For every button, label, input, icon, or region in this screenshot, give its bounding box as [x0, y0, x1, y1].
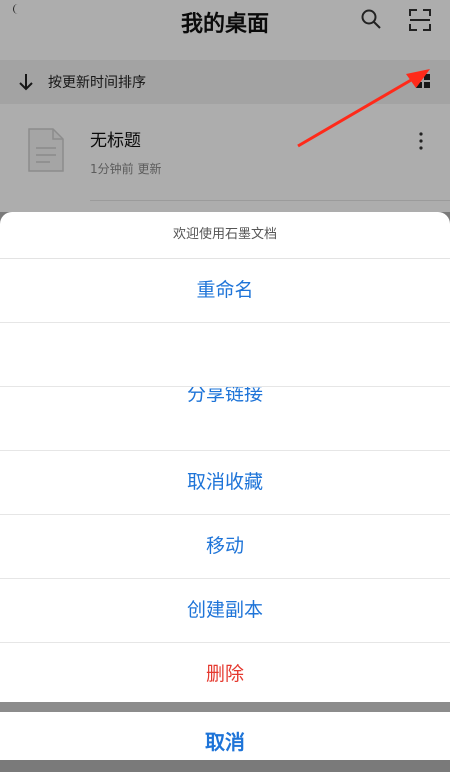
duplicate-button[interactable]: 创建副本 — [0, 579, 450, 643]
share-link-button[interactable]: 分享链接 — [0, 387, 450, 451]
document-icon — [28, 128, 64, 172]
sort-bar[interactable]: 按更新时间排序 — [0, 60, 450, 104]
delete-label: 删除 — [205, 663, 244, 685]
divider — [90, 200, 450, 201]
document-meta: 1分钟前 更新 — [90, 162, 162, 176]
rename-label: 重命名 — [196, 279, 254, 301]
sheet-separator — [0, 702, 450, 712]
page-title: 我的桌面 — [180, 12, 269, 37]
blank-item[interactable] — [0, 323, 450, 387]
move-button[interactable]: 移动 — [0, 515, 450, 579]
move-label: 移动 — [205, 535, 244, 557]
grid-view-icon[interactable] — [416, 74, 430, 88]
action-sheet: 欢迎使用石墨文档 重命名 分享链接 取消收藏 移动 创建副本 删除 — [0, 212, 450, 702]
sort-arrow-icon — [19, 74, 33, 91]
unfavorite-label: 取消收藏 — [186, 471, 263, 493]
rename-button[interactable]: 重命名 — [0, 259, 450, 323]
delete-button[interactable]: 删除 — [0, 643, 450, 702]
unfavorite-button[interactable]: 取消收藏 — [0, 451, 450, 515]
sheet-header: 欢迎使用石墨文档 — [0, 212, 450, 259]
list-item[interactable]: 无标题 1分钟前 更新 — [0, 112, 450, 212]
search-icon[interactable] — [360, 8, 382, 30]
background-app: 我的桌面 按更新时间排序 无标题 1分钟前 更新 — [0, 0, 450, 212]
more-icon[interactable] — [419, 132, 423, 150]
top-bar: 我的桌面 — [0, 0, 450, 46]
share-link-label: 分享链接 — [186, 387, 263, 405]
document-name: 无标题 — [90, 131, 141, 151]
sort-label: 按更新时间排序 — [48, 75, 146, 91]
scan-icon[interactable] — [408, 8, 432, 32]
cancel-button[interactable]: 取消 — [0, 712, 450, 760]
duplicate-label: 创建副本 — [186, 599, 263, 621]
